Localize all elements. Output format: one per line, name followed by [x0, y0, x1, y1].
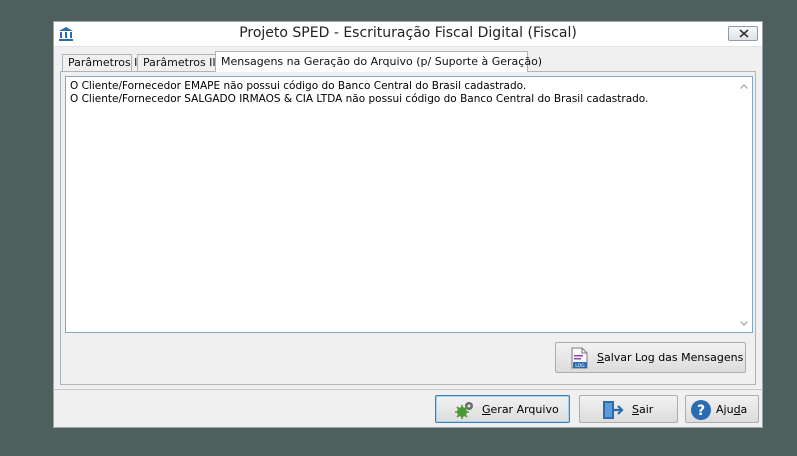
gears-icon	[455, 401, 475, 422]
tab-mensagens[interactable]: Mensagens na Geração do Arquivo (p/ Supo…	[215, 51, 542, 72]
save-log-label: Salvar Log das Mensagens	[597, 351, 744, 364]
exit-label: Sair	[632, 403, 654, 416]
tab-parametros-ii[interactable]: Parâmetros II	[137, 54, 217, 71]
sped-window: Projeto SPED - Escrituração Fiscal Digit…	[53, 21, 763, 428]
window-title: Projeto SPED - Escrituração Fiscal Digit…	[239, 25, 577, 41]
vertical-scrollbar[interactable]	[736, 77, 752, 332]
svg-text:?: ?	[697, 403, 705, 419]
exit-button[interactable]: Sair	[579, 395, 678, 423]
close-button[interactable]	[728, 26, 758, 41]
help-label: Ajuda	[716, 403, 748, 416]
exit-door-icon	[602, 400, 624, 423]
close-icon	[739, 29, 749, 38]
messages-memo[interactable]: O Cliente/Fornecedor EMAPE não possui có…	[65, 76, 753, 333]
chevron-up-icon	[740, 84, 748, 89]
log-file-icon: LOG	[568, 347, 590, 372]
title-bar[interactable]: Projeto SPED - Escrituração Fiscal Digit…	[54, 22, 762, 47]
svg-text:LOG: LOG	[575, 363, 585, 369]
footer-divider	[54, 389, 762, 390]
chevron-down-icon	[740, 321, 748, 326]
message-line: O Cliente/Fornecedor SALGADO IRMAOS & CI…	[70, 93, 649, 105]
tab-panel-mensagens: O Cliente/Fornecedor EMAPE não possui có…	[60, 71, 756, 385]
save-log-button[interactable]: LOG Salvar Log das Mensagens	[555, 342, 746, 373]
generate-file-button[interactable]: Gerar Arquivo	[435, 395, 570, 423]
message-line: O Cliente/Fornecedor EMAPE não possui có…	[70, 80, 527, 92]
generate-file-label: Gerar Arquivo	[482, 403, 559, 416]
tab-parametros-i[interactable]: Parâmetros I	[62, 54, 137, 71]
help-icon: ?	[690, 399, 712, 424]
messages-list: O Cliente/Fornecedor EMAPE não possui có…	[70, 80, 648, 106]
help-button[interactable]: ? Ajuda	[685, 395, 759, 423]
